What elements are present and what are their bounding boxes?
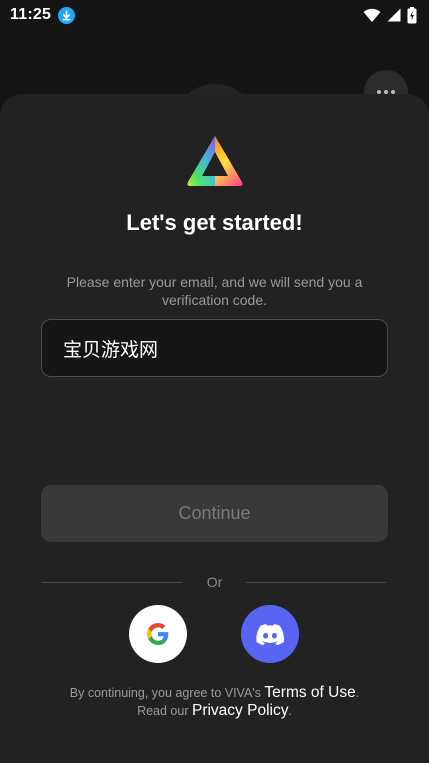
screen: 11:25 Let's get started! Please enter yo… — [0, 0, 429, 763]
legal-line-2: Read our Privacy Policy. — [20, 702, 409, 720]
google-signin-button[interactable] — [129, 605, 187, 663]
google-icon — [147, 623, 169, 645]
email-field[interactable] — [41, 319, 388, 377]
status-icons — [363, 6, 417, 24]
discord-icon — [256, 623, 284, 645]
status-time: 11:25 — [10, 6, 52, 23]
viva-logo-icon — [187, 136, 243, 186]
divider-line-right — [246, 582, 386, 583]
legal-text: By continuing, you agree to VIVA's Terms… — [20, 684, 409, 720]
legal-read-prefix: Read our — [137, 704, 189, 718]
divider-line-left — [42, 582, 182, 583]
privacy-policy-link[interactable]: Privacy Policy — [192, 702, 288, 719]
terms-of-use-link[interactable]: Terms of Use — [264, 684, 355, 701]
legal-period: . — [355, 686, 360, 700]
legal-period: . — [288, 704, 292, 718]
wifi-icon — [363, 8, 381, 22]
email-input[interactable] — [63, 337, 387, 359]
or-divider-label: Or — [206, 574, 223, 590]
status-bar: 11:25 — [0, 0, 429, 30]
cell-signal-icon — [387, 8, 401, 22]
discord-signin-button[interactable] — [241, 605, 299, 663]
login-sheet: Let's get started! Please enter your ema… — [0, 94, 429, 763]
battery-icon — [407, 6, 417, 23]
page-title: Let's get started! — [126, 210, 303, 235]
instructions-text: Please enter your email, and we will sen… — [66, 274, 363, 308]
legal-prefix: By continuing, you agree to VIVA's — [69, 686, 261, 700]
continue-button[interactable]: Continue — [41, 485, 388, 542]
download-icon — [58, 6, 76, 24]
legal-line-1: By continuing, you agree to VIVA's Terms… — [20, 684, 409, 702]
